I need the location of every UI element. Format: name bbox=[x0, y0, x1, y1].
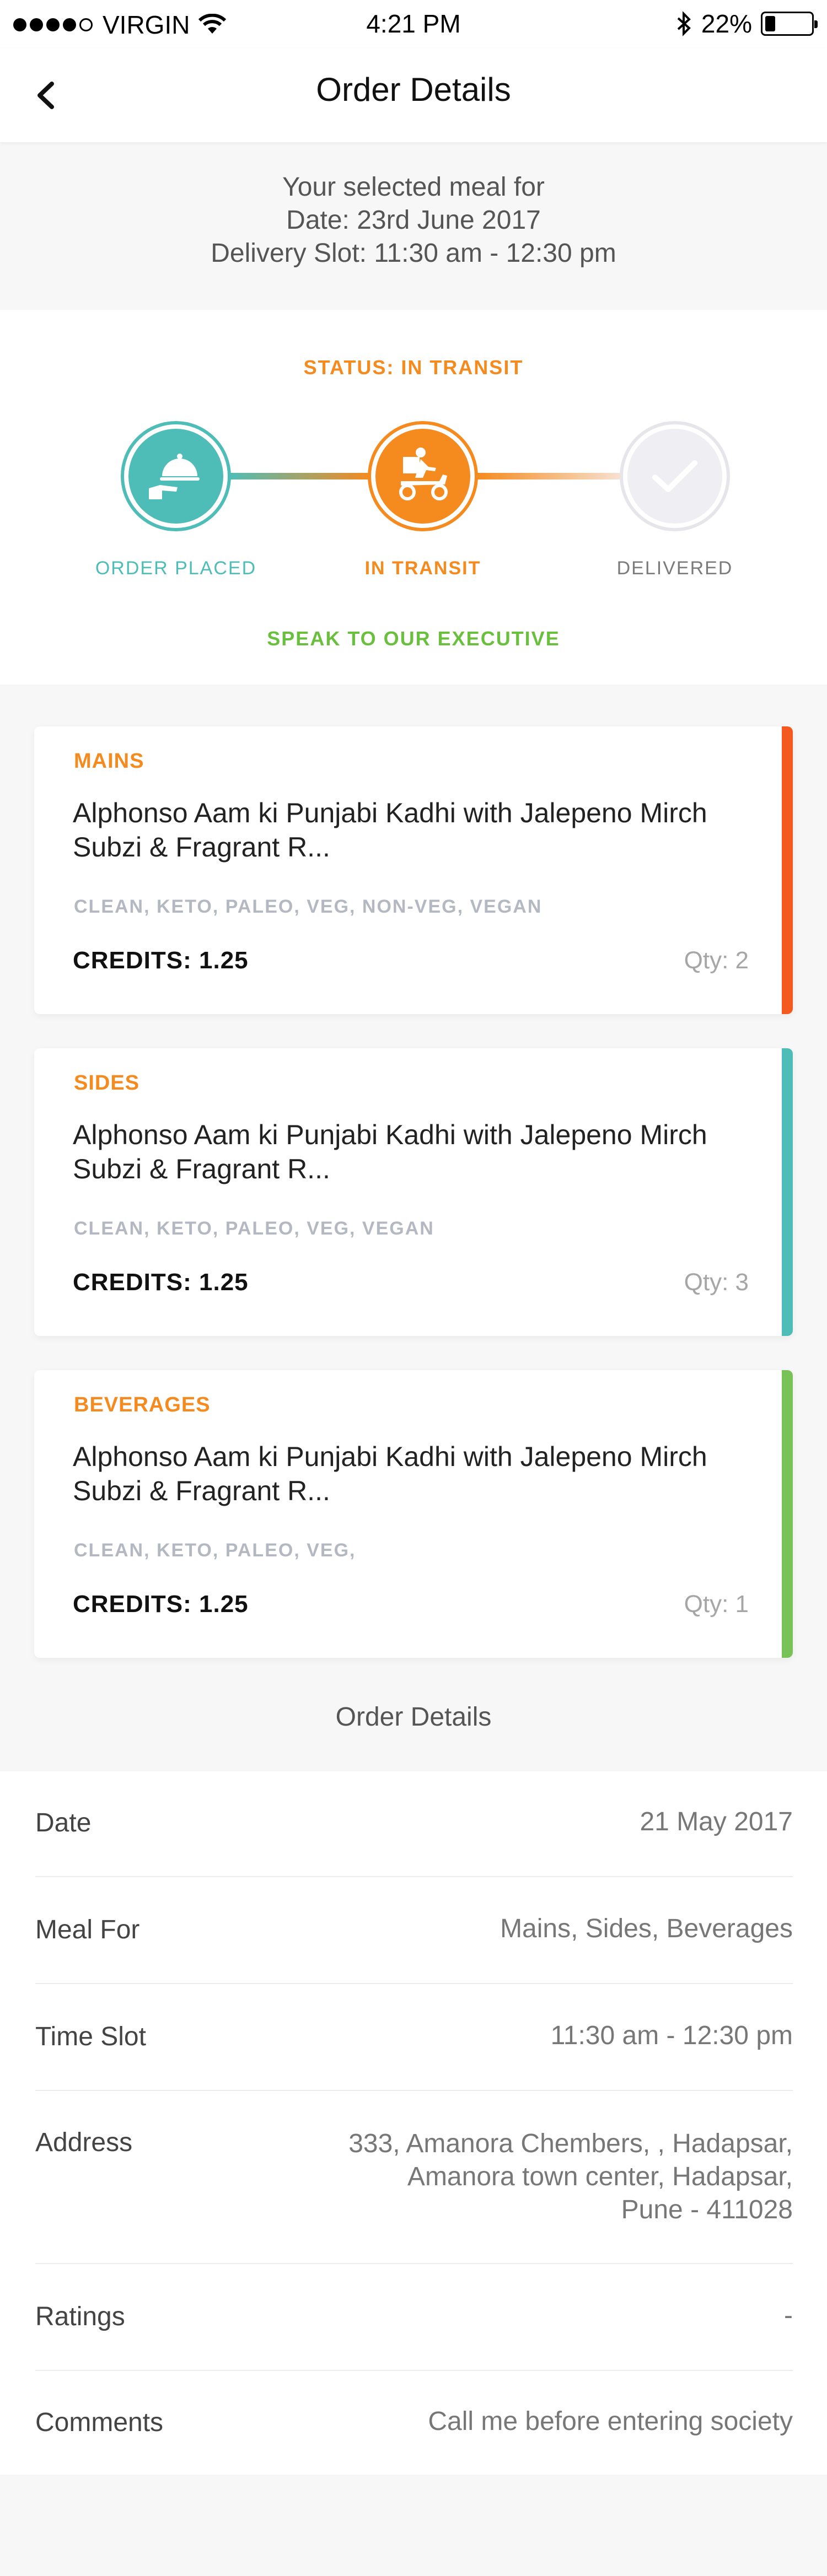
delivery-scooter-icon bbox=[399, 448, 448, 500]
item-category: MAINS bbox=[74, 750, 144, 773]
item-credits: CREDITS: 1.25 bbox=[73, 1269, 249, 1296]
checkmark-icon bbox=[652, 460, 697, 492]
detail-label: Ratings bbox=[35, 2302, 125, 2331]
page-title: Order Details bbox=[316, 71, 511, 108]
nav-bar: Order Details bbox=[0, 48, 827, 142]
step-label: IN TRANSIT bbox=[364, 558, 481, 579]
item-quantity: Qty: 3 bbox=[684, 1269, 749, 1296]
item-category: BEVERAGES bbox=[74, 1393, 211, 1416]
item-card-sides[interactable]: SIDES Alphonso Aam ki Punjabi Kadhi with… bbox=[34, 1048, 793, 1336]
item-card-mains[interactable]: MAINS Alphonso Aam ki Punjabi Kadhi with… bbox=[34, 726, 793, 1014]
detail-row-comments: Comments Call me before entering society bbox=[35, 2371, 793, 2475]
step-delivered bbox=[620, 421, 730, 531]
item-card-beverages[interactable]: BEVERAGES Alphonso Aam ki Punjabi Kadhi … bbox=[34, 1370, 793, 1658]
order-details-list: Date 21 May 2017 Meal For Mains, Sides, … bbox=[0, 1771, 827, 2475]
detail-value: Mains, Sides, Beverages bbox=[500, 1914, 793, 1943]
order-details-heading: Order Details bbox=[335, 1702, 492, 1732]
status-label: STATUS: IN TRANSIT bbox=[303, 356, 524, 379]
progress-connector bbox=[476, 473, 622, 479]
order-status-card: STATUS: IN TRANSIT ORDER PLACED IN TRANS… bbox=[0, 310, 827, 685]
item-tags: CLEAN, KETO, PALEO, VEG, VEGAN bbox=[74, 1218, 434, 1239]
item-accent-bar bbox=[782, 1370, 793, 1658]
step-in-transit bbox=[368, 421, 478, 531]
speak-to-executive-link[interactable]: SPEAK TO OUR EXECUTIVE bbox=[0, 627, 827, 650]
battery-icon bbox=[761, 12, 818, 36]
item-name: Alphonso Aam ki Punjabi Kadhi with Jalep… bbox=[73, 797, 707, 863]
item-quantity: Qty: 2 bbox=[684, 947, 749, 974]
detail-value: 333, Amanora Chembers, , Hadapsar, Amano… bbox=[348, 2129, 793, 2224]
detail-value: 21 May 2017 bbox=[640, 1807, 793, 1836]
detail-row-time-slot: Time Slot 11:30 am - 12:30 pm bbox=[35, 1984, 793, 2091]
item-accent-bar bbox=[782, 1048, 793, 1336]
item-name: Alphonso Aam ki Punjabi Kadhi with Jalep… bbox=[73, 1119, 707, 1184]
detail-value: Call me before entering society bbox=[428, 2407, 793, 2436]
item-tags: CLEAN, KETO, PALEO, VEG, NON-VEG, VEGAN bbox=[74, 896, 543, 917]
item-accent-bar bbox=[782, 726, 793, 1014]
meal-info: Your selected meal for Date: 23rd June 2… bbox=[0, 171, 827, 270]
item-credits: CREDITS: 1.25 bbox=[73, 947, 249, 974]
detail-label: Comments bbox=[35, 2408, 164, 2437]
detail-value: 11:30 am - 12:30 pm bbox=[550, 2021, 793, 2050]
detail-row-meal-for: Meal For Mains, Sides, Beverages bbox=[35, 1877, 793, 1984]
step-label: DELIVERED bbox=[616, 558, 733, 579]
detail-label: Date bbox=[35, 1808, 92, 1837]
step-order-placed bbox=[121, 421, 231, 531]
delivery-slot: Delivery Slot: 11:30 am - 12:30 pm bbox=[211, 239, 616, 268]
bluetooth-icon bbox=[677, 11, 691, 36]
detail-label: Meal For bbox=[35, 1915, 140, 1944]
item-credits: CREDITS: 1.25 bbox=[73, 1591, 249, 1618]
status-bar: VIRGIN 4:21 PM 22% bbox=[0, 0, 827, 48]
detail-row-ratings: Ratings - bbox=[35, 2264, 793, 2371]
detail-label: Time Slot bbox=[35, 2022, 146, 2051]
battery-level bbox=[765, 16, 775, 31]
step-label: ORDER PLACED bbox=[95, 558, 257, 579]
detail-label: Address bbox=[35, 2128, 133, 2157]
item-quantity: Qty: 1 bbox=[684, 1591, 749, 1618]
detail-row-date: Date 21 May 2017 bbox=[35, 1771, 793, 1877]
status-bar-right: 22% bbox=[676, 9, 818, 39]
meal-info-line: Your selected meal for bbox=[282, 173, 545, 202]
serving-tray-icon bbox=[149, 454, 200, 499]
progress-connector bbox=[229, 473, 370, 479]
meal-date: Date: 23rd June 2017 bbox=[286, 206, 541, 235]
item-category: SIDES bbox=[74, 1071, 140, 1095]
detail-value: - bbox=[784, 2301, 793, 2330]
item-tags: CLEAN, KETO, PALEO, VEG, bbox=[74, 1540, 356, 1561]
battery-percent: 22% bbox=[701, 9, 752, 38]
item-name: Alphonso Aam ki Punjabi Kadhi with Jalep… bbox=[73, 1441, 707, 1506]
detail-row-address: Address 333, Amanora Chembers, , Hadapsa… bbox=[35, 2091, 793, 2264]
